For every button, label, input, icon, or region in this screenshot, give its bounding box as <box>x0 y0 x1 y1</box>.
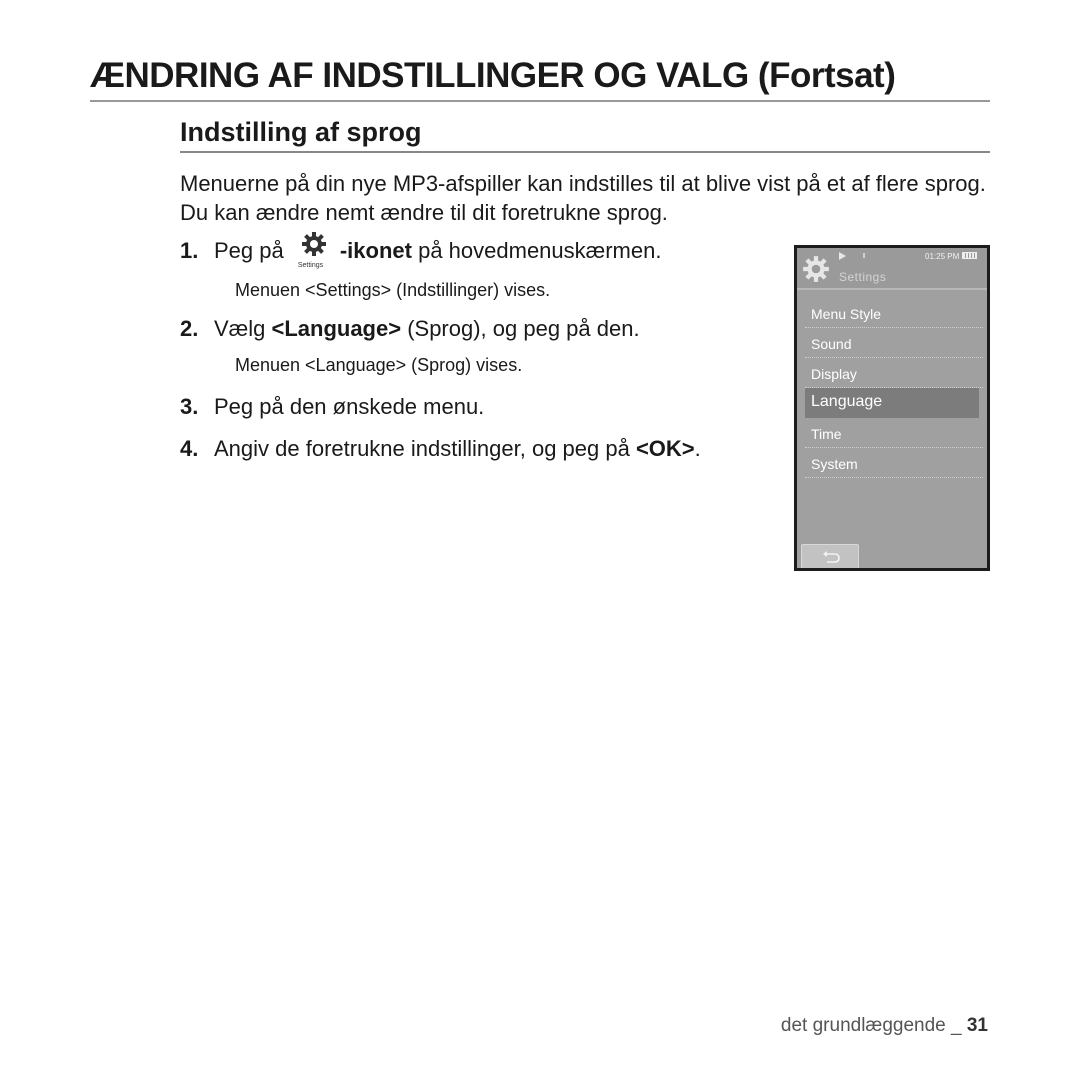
step-bold: <Language> <box>271 316 402 341</box>
play-status-icon <box>839 252 846 260</box>
step-1: 1. Peg på Settings -ikonet på hovedmenusk… <box>180 232 662 269</box>
device-screen: 01:25 PM Settings Menu Style Sound Displ… <box>794 245 990 571</box>
intro-paragraph: Menuerne på din nye MP3-afspiller kan in… <box>180 171 986 225</box>
page-title: ÆNDRING AF INDSTILLINGER OG VALG (Fortsa… <box>90 56 990 102</box>
menu-item-system[interactable]: System <box>805 450 983 478</box>
step-2-result: Menuen <Language> (Sprog) vises. <box>235 355 523 375</box>
back-arrow-icon <box>823 551 840 563</box>
section-title: Indstilling af sprog <box>180 117 990 153</box>
step-3: 3. Peg på den ønskede menu. <box>180 394 484 420</box>
step-2: 2. Vælg <Language> (Sprog), og peg på den… <box>180 316 640 342</box>
menu-item-display[interactable]: Display <box>805 360 983 388</box>
step-text: (Sprog), og peg på den. <box>401 316 640 341</box>
step-text: Vælg <box>214 316 272 341</box>
step-number: 2. <box>180 316 199 341</box>
menu-item-language[interactable]: Language <box>805 388 979 418</box>
settings-icon-label: Settings <box>297 262 324 269</box>
device-screen-title: Settings <box>839 270 887 284</box>
device-header: 01:25 PM Settings <box>797 248 987 290</box>
back-button[interactable] <box>801 544 859 568</box>
footer-section-name: det grundlæggende _ <box>780 1015 967 1036</box>
step-number: 1. <box>180 238 199 263</box>
bluetooth-status-icon <box>863 253 865 258</box>
step-text: Angiv de foretrukne indstillinger, og pe… <box>214 436 636 461</box>
page-footer: det grundlæggende _ 31 <box>781 1015 988 1037</box>
settings-gear-icon: Settings <box>290 232 340 269</box>
device-clock: 01:25 PM <box>925 252 960 261</box>
step-text: på hovedmenuskærmen. <box>411 238 662 263</box>
step-1-result: Menuen <Settings> (Indstillinger) vises. <box>235 280 551 300</box>
settings-gear-icon <box>803 256 829 282</box>
menu-item-menu-style[interactable]: Menu Style <box>805 300 983 328</box>
page-number: 31 <box>966 1015 988 1036</box>
step-text: Peg på den ønskede menu. <box>214 394 485 419</box>
step-4: 4. Angiv de foretrukne indstillinger, og … <box>180 436 701 462</box>
menu-item-time[interactable]: Time <box>805 420 983 448</box>
step-bold: <OK> <box>635 436 695 461</box>
step-number: 4. <box>180 436 199 461</box>
step-number: 3. <box>180 394 199 419</box>
step-bold: -ikonet <box>339 238 412 263</box>
step-text: Peg på <box>214 238 284 263</box>
step-text: . <box>694 436 701 461</box>
battery-icon <box>962 252 977 259</box>
menu-item-sound[interactable]: Sound <box>805 330 983 358</box>
